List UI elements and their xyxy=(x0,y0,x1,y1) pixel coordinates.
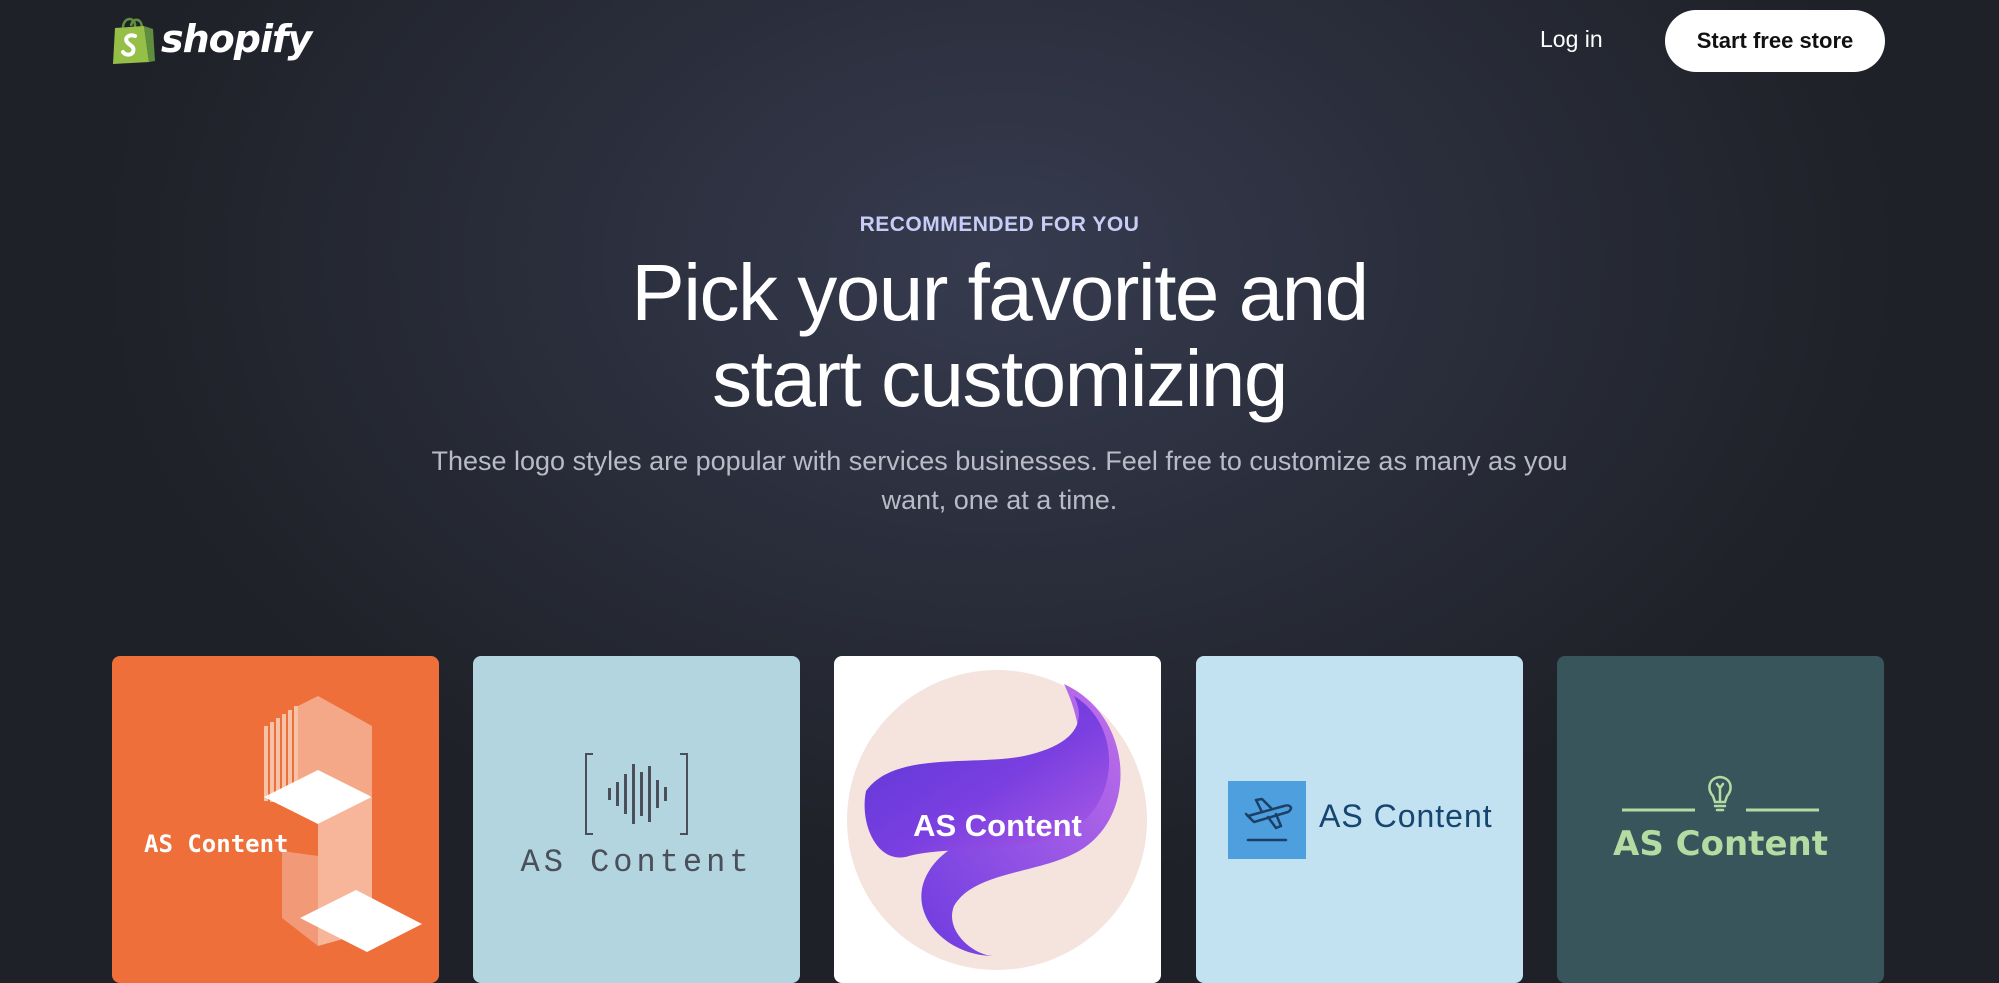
isometric-stairs-icon xyxy=(112,656,439,983)
logo-card-label: AS Content xyxy=(520,844,753,881)
shopping-bag-icon xyxy=(113,17,155,64)
start-free-store-button[interactable]: Start free store xyxy=(1665,10,1885,72)
headline-line-1: Pick your favorite and xyxy=(631,248,1369,337)
headline-line-2: start customizing xyxy=(712,334,1288,423)
site-header: shopify Log in Start free store xyxy=(0,0,1999,84)
page-headline: Pick your favorite and start customizing xyxy=(0,250,1999,422)
logo-card-4[interactable]: AS Content xyxy=(1196,656,1523,983)
section-eyebrow: RECOMMENDED FOR YOU xyxy=(859,213,1140,236)
shopify-logo[interactable]: shopify xyxy=(111,14,312,66)
logo-card-label: AS Content xyxy=(913,808,1082,843)
logo-card-label: AS Content xyxy=(1319,798,1493,834)
brand-wordmark: shopify xyxy=(161,17,312,61)
lightbulb-icon xyxy=(1557,656,1884,983)
logo-card-2[interactable]: AS Content xyxy=(473,656,800,983)
logo-card-label: AS Content xyxy=(1613,824,1828,864)
logo-card-1[interactable]: AS Content xyxy=(112,656,439,983)
audio-waveform-icon xyxy=(473,656,800,983)
logo-card-5[interactable]: AS Content xyxy=(1557,656,1884,983)
logo-card-3[interactable]: AS Content xyxy=(834,656,1161,983)
hero-description: These logo styles are popular with servi… xyxy=(431,446,1568,515)
logo-card-label: AS Content xyxy=(144,830,289,858)
login-link[interactable]: Log in xyxy=(1540,26,1603,53)
